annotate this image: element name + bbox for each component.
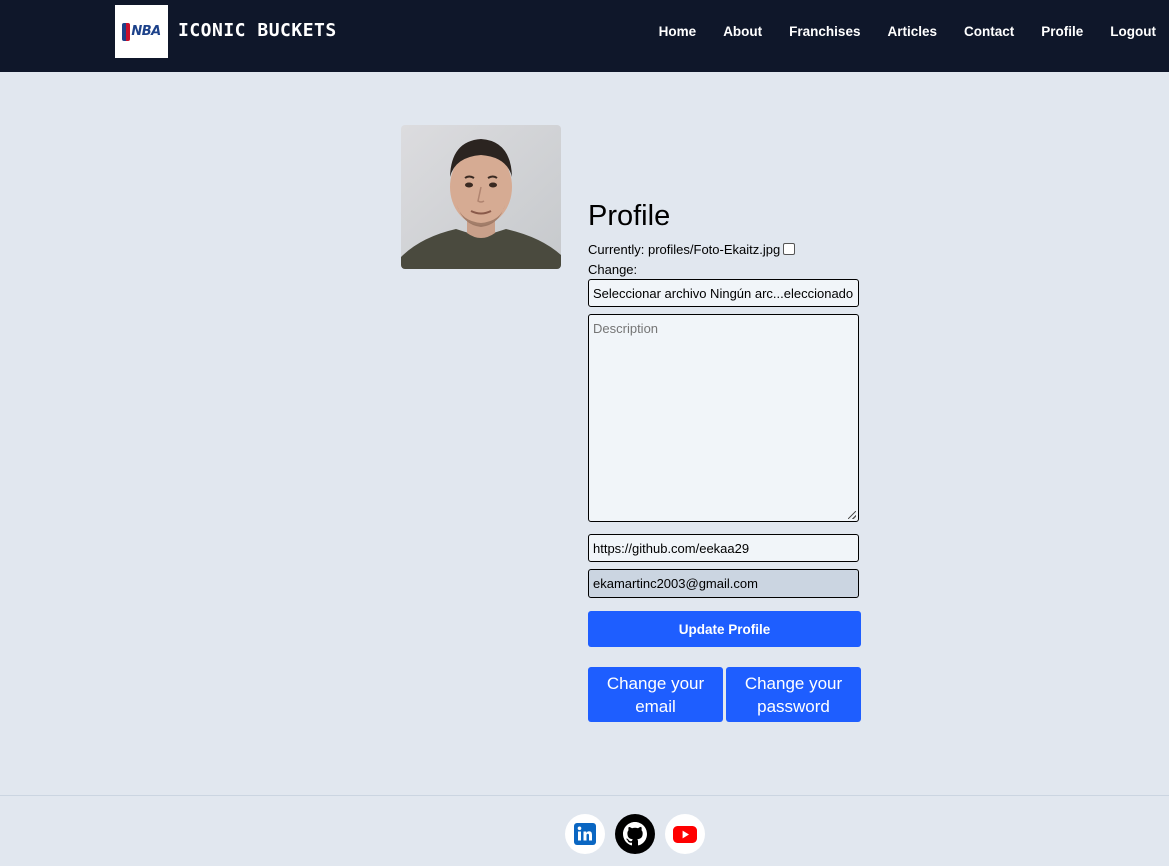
url-input[interactable]: https://github.com/eekaa29 [588, 534, 859, 562]
linkedin-icon [574, 823, 596, 845]
nav-franchises[interactable]: Franchises [789, 24, 860, 39]
email-input[interactable]: ekamartinc2003@gmail.com [588, 569, 859, 598]
description-placeholder: Description [593, 321, 659, 336]
nba-logo[interactable]: NBA [115, 5, 168, 58]
resize-handle-icon[interactable] [848, 511, 856, 519]
change-email-button[interactable]: Change your email [588, 667, 723, 722]
nav-logout[interactable]: Logout [1110, 24, 1156, 39]
footer-divider [0, 795, 1169, 796]
nav-contact[interactable]: Contact [964, 24, 1014, 39]
nav-home[interactable]: Home [659, 24, 697, 39]
nav-links: Home About Franchises Articles Contact P… [632, 24, 1156, 39]
nba-logo-mark: NBA [122, 22, 161, 41]
currently-label: Currently: [588, 242, 645, 257]
youtube-link[interactable] [665, 814, 705, 854]
update-profile-button[interactable]: Update Profile [588, 611, 861, 647]
change-photo-label: Change: [588, 262, 638, 277]
nav-profile[interactable]: Profile [1041, 24, 1083, 39]
photo-file-input[interactable]: Seleccionar archivo Ningún arc...eleccio… [588, 279, 859, 307]
nav-articles[interactable]: Articles [887, 24, 937, 39]
github-icon [623, 822, 647, 846]
profile-photo-image [401, 125, 561, 269]
nav-about[interactable]: About [723, 24, 762, 39]
linkedin-link[interactable] [565, 814, 605, 854]
current-photo-link[interactable]: profiles/Foto-Ekaitz.jpg [648, 242, 780, 257]
youtube-icon [673, 825, 697, 843]
navbar: NBA ICONIC BUCKETS Home About Franchises… [0, 0, 1169, 72]
nba-logo-icon [122, 22, 131, 41]
description-textarea[interactable]: Description [588, 314, 859, 522]
github-link[interactable] [615, 814, 655, 854]
change-password-button[interactable]: Change your password [726, 667, 861, 722]
clear-photo-checkbox[interactable] [783, 242, 796, 255]
brand-title[interactable]: ICONIC BUCKETS [178, 20, 337, 41]
nba-logo-text: NBA [131, 24, 161, 39]
profile-photo [401, 125, 561, 269]
page-title: Profile [588, 200, 671, 232]
current-photo-info: Currently: profiles/Foto-Ekaitz.jpg [588, 242, 796, 257]
